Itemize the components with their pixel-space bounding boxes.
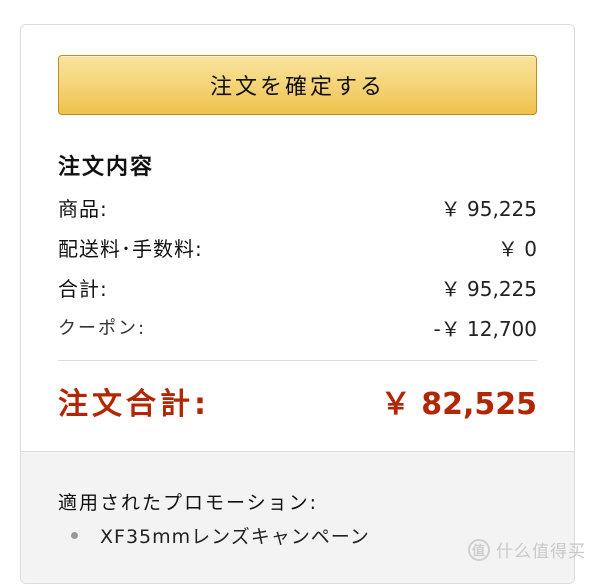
place-order-button[interactable]: 注文を確定する: [58, 55, 537, 115]
subtotal-row: 合計: ￥ 95,225: [58, 270, 537, 304]
shipping-label: 配送料･手数料:: [58, 233, 203, 262]
items-row: 商品: ￥ 95,225: [58, 190, 537, 224]
subtotal-value: ￥ 95,225: [441, 273, 537, 302]
order-summary-title: 注文内容: [58, 149, 154, 181]
watermark: 值 什么值得买: [468, 537, 586, 562]
promotion-list-item: XF35mmレンズキャンペーン: [71, 522, 370, 549]
shipping-row: 配送料･手数料: ￥ 0: [58, 230, 537, 264]
zhide-logo-icon: 值: [468, 539, 490, 561]
coupon-row: クーポン: -￥ 12,700: [58, 310, 537, 344]
subtotal-label: 合計:: [58, 273, 108, 302]
order-total-value: ￥ 82,525: [381, 379, 537, 423]
bullet-icon: [71, 532, 78, 539]
order-summary-panel: 注文を確定する 注文内容 商品: ￥ 95,225 配送料･手数料: ￥ 0 合…: [20, 24, 575, 584]
items-value: ￥ 95,225: [441, 193, 537, 222]
summary-divider: [58, 360, 537, 361]
items-label: 商品:: [58, 193, 108, 222]
order-total-row: 注文合計: ￥ 82,525: [58, 379, 537, 423]
promotions-title: 適用されたプロモーション:: [58, 488, 318, 515]
watermark-text: 什么值得买: [496, 537, 586, 562]
shipping-value: ￥ 0: [498, 233, 537, 262]
place-order-button-label: 注文を確定する: [210, 69, 385, 101]
coupon-value: -￥ 12,700: [433, 313, 537, 342]
promotions-section: 適用されたプロモーション: XF35mmレンズキャンペーン: [21, 451, 574, 584]
promotion-name: XF35mmレンズキャンペーン: [100, 522, 370, 549]
coupon-label: クーポン:: [58, 314, 146, 340]
order-total-label: 注文合計:: [58, 379, 210, 423]
